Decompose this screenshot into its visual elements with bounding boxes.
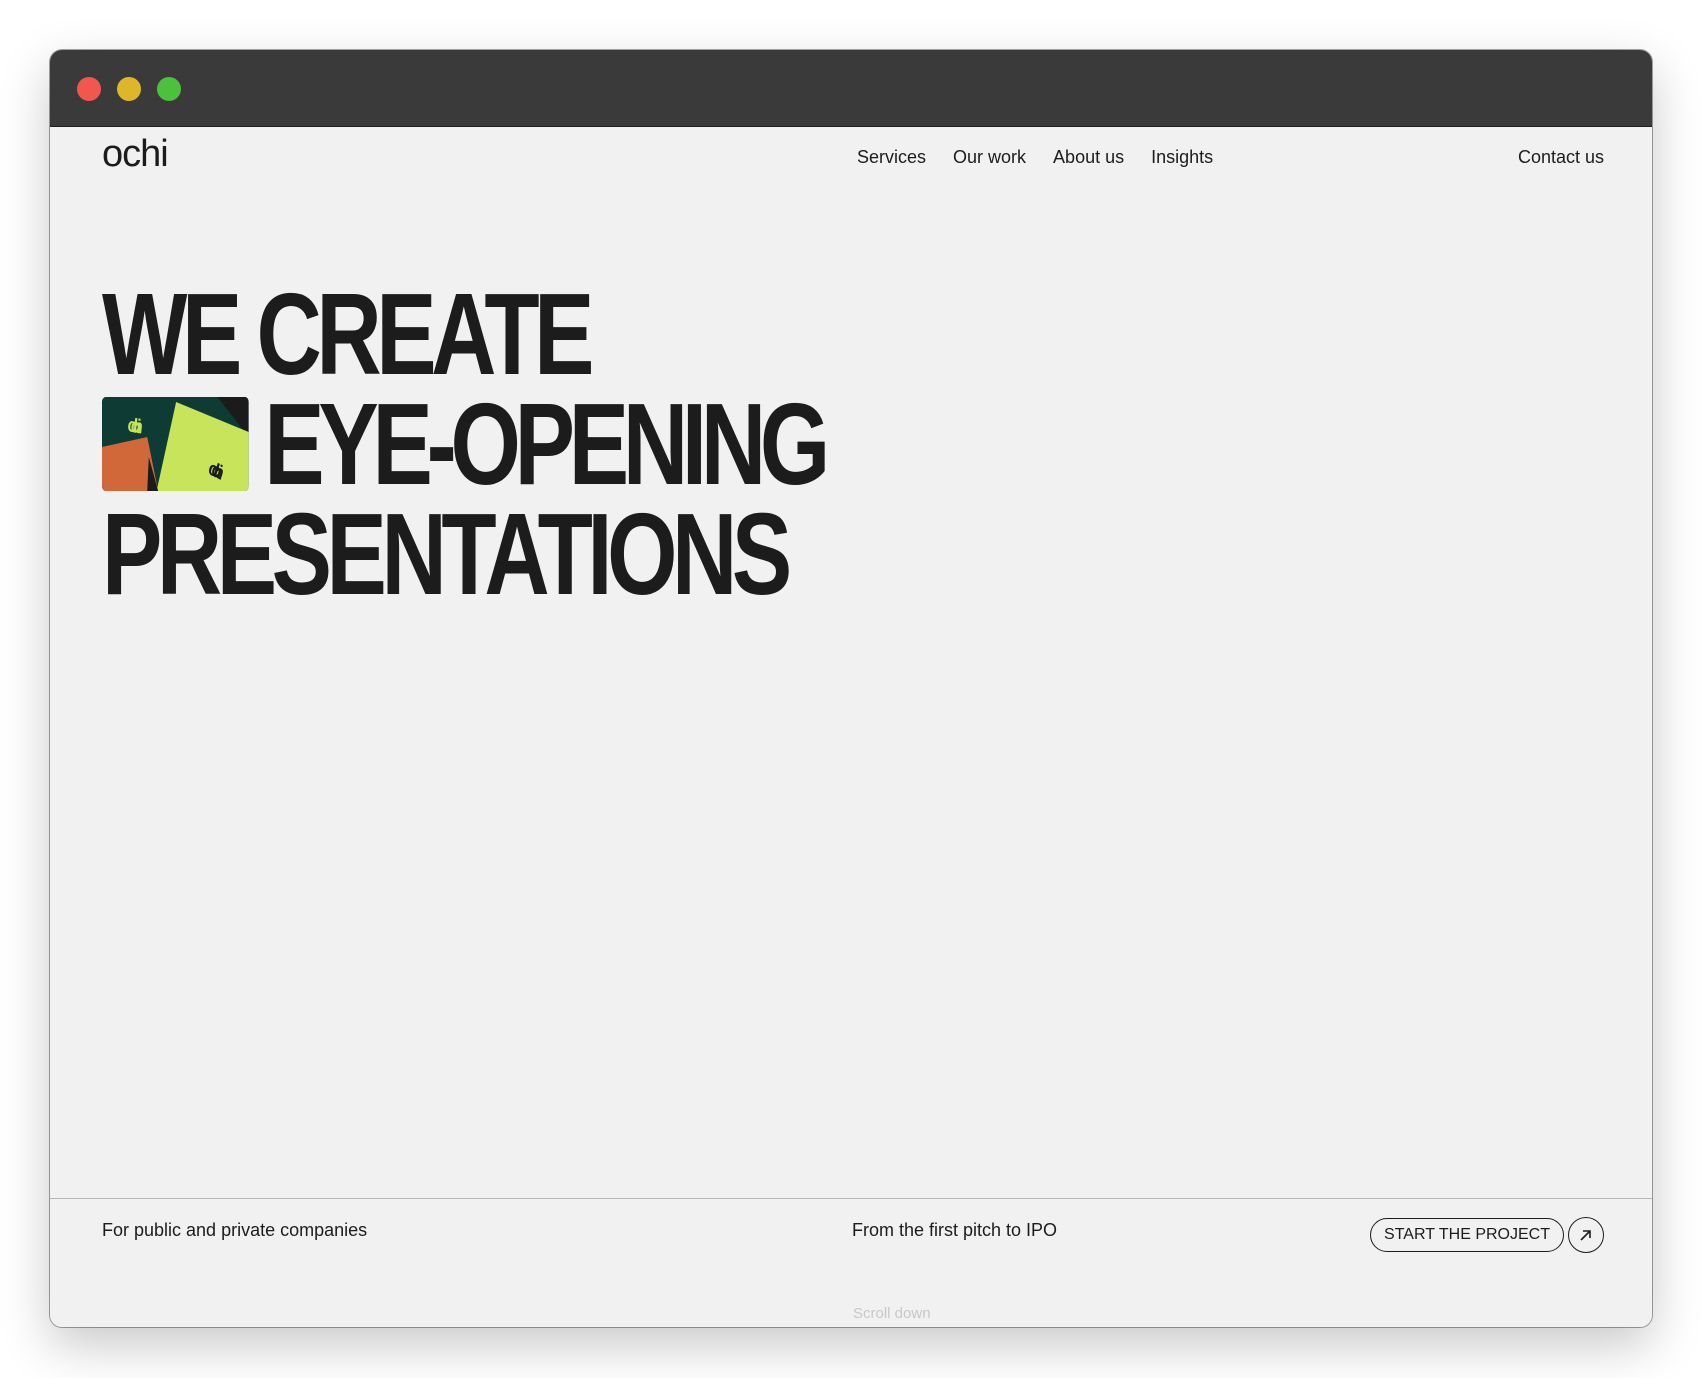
hero-line-2: ochi ochi EYE-OPENING <box>102 379 830 509</box>
tagline-mid: From the first pitch to IPO <box>852 1220 1058 1240</box>
hero-heading: WE CREATE ochi ochi EYE-OPENING PRESENTA… <box>102 269 1028 619</box>
start-project-button[interactable]: START THE PROJECT <box>1370 1218 1564 1252</box>
window-titlebar <box>50 50 1652 127</box>
footer-divider <box>50 1198 1652 1199</box>
page-content: ochi Services Our work About us Insights… <box>50 127 1652 1327</box>
arrow-up-right-icon <box>1580 1230 1591 1241</box>
hero-line-2-text: EYE-OPENING <box>264 379 830 509</box>
zoom-window-button[interactable] <box>157 77 181 101</box>
hero-line-3: PRESENTATIONS <box>102 489 792 619</box>
hero-thumbnail-image: ochi ochi <box>102 397 249 491</box>
scroll-down-hint: Scroll down <box>853 1305 931 1322</box>
start-project-arrow-button[interactable] <box>1568 1217 1604 1253</box>
contact-us-link[interactable]: Contact us <box>1518 147 1604 168</box>
hero-line-1: WE CREATE <box>102 269 594 399</box>
logo[interactable]: ochi <box>102 133 169 176</box>
minimize-window-button[interactable] <box>117 77 141 101</box>
tagline-left: For public and private companies <box>102 1220 368 1240</box>
main-nav: Services Our work About us Insights <box>857 147 1240 168</box>
nav-item-about-us[interactable]: About us <box>1053 147 1124 168</box>
start-project-cta: START THE PROJECT <box>1370 1217 1604 1253</box>
browser-window: ochi Services Our work About us Insights… <box>50 50 1652 1327</box>
nav-item-insights[interactable]: Insights <box>1151 147 1213 168</box>
close-window-button[interactable] <box>77 77 101 101</box>
nav-item-services[interactable]: Services <box>857 147 926 168</box>
nav-item-our-work[interactable]: Our work <box>953 147 1026 168</box>
